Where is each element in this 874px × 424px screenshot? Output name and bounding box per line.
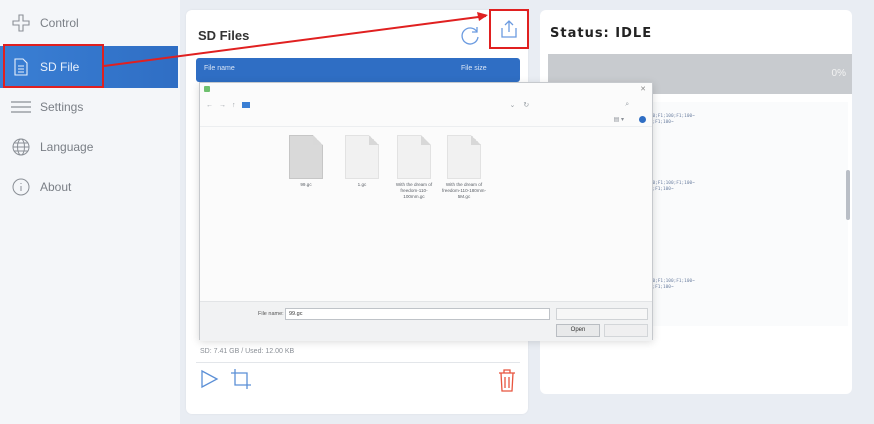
file-type-select[interactable]: [556, 308, 648, 320]
file-name-label: File name:: [258, 311, 284, 317]
progress-label: 0%: [831, 68, 846, 79]
dialog-toolbar: ▤ ▾: [200, 113, 652, 127]
file-item[interactable]: With the dream of freedom-110-180mm-5M.g…: [440, 135, 488, 200]
app-icon: [204, 86, 210, 92]
dialog-address-bar: ← → ↑ ⌄ ↻ ⌕: [200, 97, 652, 113]
file-icon: [345, 135, 379, 179]
file-name-input[interactable]: 99.gc: [285, 308, 550, 320]
file-icon: [289, 135, 323, 179]
dialog-bottom-bar: File name: 99.gc Open: [200, 301, 652, 341]
refresh-icon[interactable]: ↻: [523, 101, 529, 109]
open-button[interactable]: Open: [556, 324, 600, 337]
file-name: With the dream of freedom-110-180mm-5M.g…: [441, 182, 487, 199]
close-icon[interactable]: ✕: [640, 85, 646, 93]
dialog-file-list: 99.gc 1.gc With the dream of freedom-110…: [200, 127, 652, 301]
chevron-down-icon[interactable]: ⌄: [510, 101, 516, 109]
back-icon[interactable]: ←: [206, 102, 213, 109]
help-icon[interactable]: [639, 116, 646, 123]
cancel-button[interactable]: [604, 324, 648, 337]
file-name: 99.gc: [300, 182, 312, 187]
app-window: Control SD File Settings Language About: [0, 0, 874, 424]
folder-icon: [241, 102, 250, 108]
status-title: Status: IDLE: [550, 26, 653, 41]
file-open-dialog: ✕ ← → ↑ ⌄ ↻ ⌕ ▤ ▾ 99.gc 1.gc With the dr…: [199, 82, 653, 341]
search-icon[interactable]: ⌕: [625, 101, 629, 109]
up-icon[interactable]: ↑: [232, 102, 236, 109]
file-item[interactable]: With the dream of freedom-110-100mm.gc: [390, 135, 438, 200]
file-icon: [447, 135, 481, 179]
file-icon: [397, 135, 431, 179]
dialog-titlebar: ✕: [200, 83, 652, 97]
file-item[interactable]: 1.gc: [338, 135, 386, 188]
view-options-icon[interactable]: ▤ ▾: [614, 116, 624, 123]
file-name: 1.gc: [357, 182, 367, 187]
console-scrollbar[interactable]: [846, 170, 850, 220]
file-name: With the dream of freedom-110-100mm.gc: [395, 182, 433, 199]
forward-icon[interactable]: →: [219, 102, 226, 109]
file-item[interactable]: 99.gc: [282, 135, 330, 188]
